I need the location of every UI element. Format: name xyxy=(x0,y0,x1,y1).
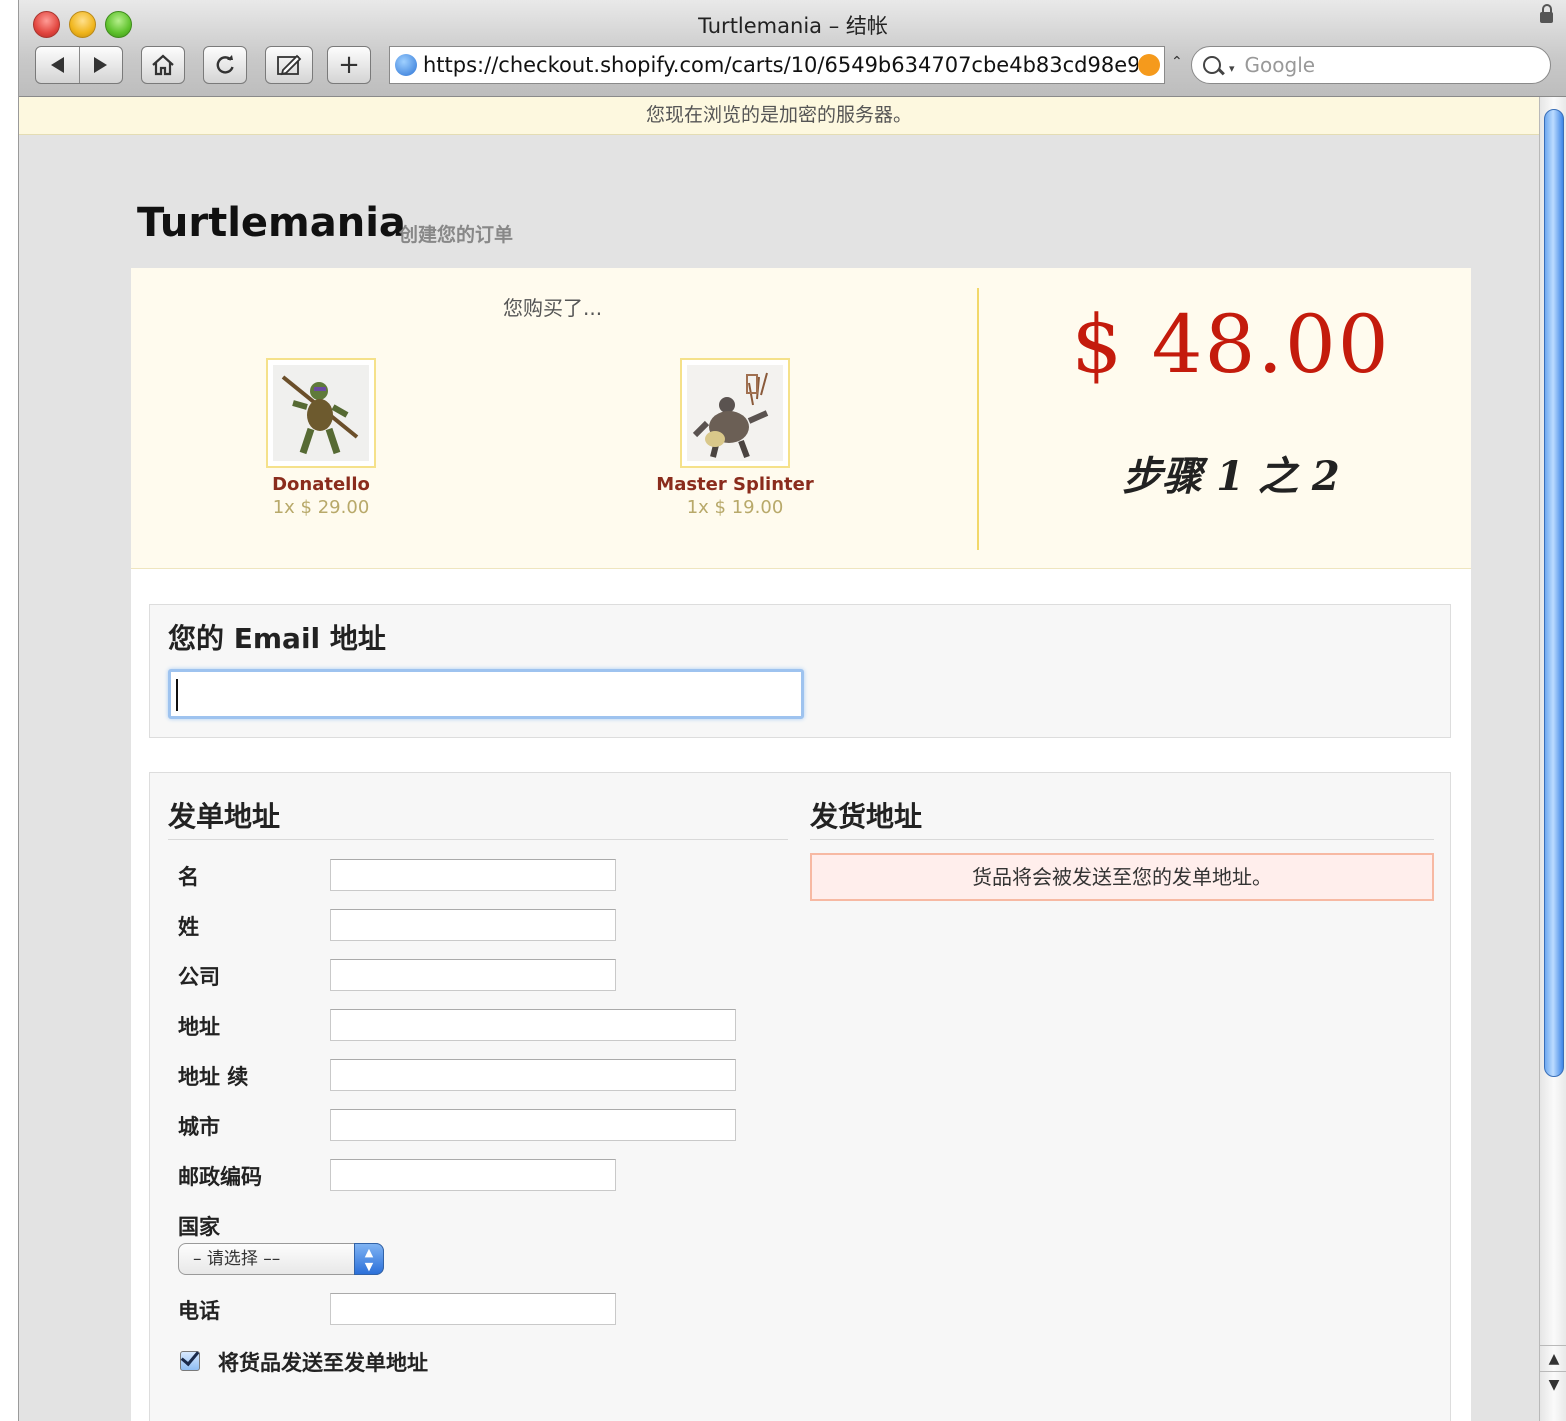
reload-icon xyxy=(216,55,234,74)
forward-button[interactable] xyxy=(78,47,123,83)
product-item[interactable]: Master Splinter 1x $ 19.00 xyxy=(645,358,825,518)
product-image[interactable] xyxy=(680,358,790,468)
product-price: 1x $ 29.00 xyxy=(272,497,370,518)
address-label: 地址 xyxy=(178,1015,220,1039)
snapback-icon[interactable] xyxy=(1138,54,1160,76)
checkout-content: 您购买了... Donatello 1x $ 29.00 Master Spli… xyxy=(131,268,1471,1421)
address-field[interactable] xyxy=(330,1009,736,1041)
back-button[interactable] xyxy=(36,47,79,83)
text-cursor xyxy=(176,679,178,711)
ship-to-billing-checkbox[interactable] xyxy=(180,1346,200,1371)
product-item[interactable]: Donatello 1x $ 29.00 xyxy=(231,358,411,518)
search-field[interactable]: ▾ Google xyxy=(1191,46,1551,84)
address-2-label: 地址 续 xyxy=(178,1065,249,1089)
search-placeholder: Google xyxy=(1244,53,1316,77)
store-subtitle: 创建您的订单 xyxy=(399,224,514,246)
product-name[interactable]: Master Splinter xyxy=(645,474,825,495)
shipping-address-title: 发货地址 xyxy=(810,795,1434,840)
scroll-thumb[interactable] xyxy=(1544,109,1564,1077)
home-button[interactable] xyxy=(141,46,185,84)
caret-up-icon: ⌃ xyxy=(1171,54,1183,70)
browser-window: Turtlemania – 结帐 + https://checkout.shop… xyxy=(18,0,1566,1421)
first-name-label: 名 xyxy=(178,865,199,889)
secure-banner: 您现在浏览的是加密的服务器。 xyxy=(19,97,1539,135)
store-name: Turtlemania xyxy=(137,200,406,246)
checkmark-icon xyxy=(180,1346,200,1367)
company-label: 公司 xyxy=(178,965,220,989)
select-arrows-icon: ▲ ▼ xyxy=(354,1243,384,1275)
vertical-scrollbar[interactable]: ▲ ▼ xyxy=(1539,97,1566,1421)
order-total: $ 48.00 xyxy=(1071,298,1391,391)
edit-button[interactable] xyxy=(265,46,313,84)
ship-to-billing-label[interactable]: 将货品发送至发单地址 xyxy=(218,1347,428,1377)
plus-icon: + xyxy=(338,50,360,80)
product-price: 1x $ 19.00 xyxy=(686,497,784,518)
last-name-field[interactable] xyxy=(330,909,616,941)
phone-label: 电话 xyxy=(178,1299,220,1323)
forward-arrow-icon xyxy=(94,57,108,73)
city-label: 城市 xyxy=(178,1115,220,1139)
first-name-field[interactable] xyxy=(330,859,616,891)
search-dropdown-icon[interactable]: ▾ xyxy=(1229,62,1235,75)
url-text: https://checkout.shopify.com/carts/10/65… xyxy=(423,53,1138,77)
master-splinter-figure-icon xyxy=(687,365,783,461)
product-name[interactable]: Donatello xyxy=(231,474,411,495)
home-icon xyxy=(152,54,174,76)
lock-icon xyxy=(1540,4,1553,23)
window-title: Turtlemania – 结帐 xyxy=(698,14,888,38)
nav-buttons xyxy=(35,46,123,84)
country-label: 国家 xyxy=(178,1215,220,1239)
company-field[interactable] xyxy=(330,959,616,991)
bought-label: 您购买了... xyxy=(503,296,603,320)
postal-code-label: 邮政编码 xyxy=(178,1165,262,1189)
order-summary: 您购买了... Donatello 1x $ 29.00 Master Spli… xyxy=(131,268,1471,569)
checkout-step: 步骤 1 之 2 xyxy=(1122,453,1340,500)
phone-field[interactable] xyxy=(330,1293,616,1325)
add-bookmark-button[interactable]: + xyxy=(327,46,371,84)
pencil-icon xyxy=(277,54,302,76)
globe-icon xyxy=(395,54,417,76)
reload-button[interactable] xyxy=(203,46,247,84)
search-icon xyxy=(1203,56,1221,74)
scroll-up-button[interactable]: ▲ xyxy=(1540,1345,1566,1372)
last-name-label: 姓 xyxy=(178,915,199,939)
address-2-field[interactable] xyxy=(330,1059,736,1091)
billing-address-title: 发单地址 xyxy=(168,795,788,840)
country-select[interactable]: – 请选择 –– ▲ ▼ xyxy=(178,1243,384,1275)
donatello-figure-icon xyxy=(273,365,369,461)
email-section: 您的 Email 地址 xyxy=(149,604,1451,738)
back-arrow-icon xyxy=(50,57,64,73)
country-selected-value: – 请选择 –– xyxy=(193,1249,281,1269)
email-section-title: 您的 Email 地址 xyxy=(168,622,386,655)
scroll-down-button[interactable]: ▼ xyxy=(1540,1371,1566,1398)
city-field[interactable] xyxy=(330,1109,736,1141)
title-bar: Turtlemania – 结帐 + https://checkout.shop… xyxy=(19,0,1566,97)
shipping-note: 货品将会被发送至您的发单地址。 xyxy=(810,853,1434,901)
product-image[interactable] xyxy=(266,358,376,468)
summary-divider xyxy=(977,288,979,550)
postal-code-field[interactable] xyxy=(330,1159,616,1191)
email-field[interactable] xyxy=(168,669,804,719)
address-section: 发单地址 发货地址 货品将会被发送至您的发单地址。 名 姓 公司 地址 地址 续… xyxy=(149,772,1451,1421)
address-bar[interactable]: https://checkout.shopify.com/carts/10/65… xyxy=(389,46,1165,84)
